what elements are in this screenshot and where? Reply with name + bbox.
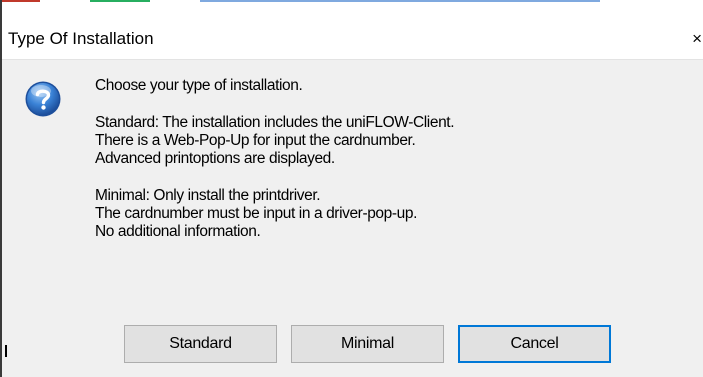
dialog-window: Type Of Installation × Choose your type … [0,0,703,377]
message-line: Choose your type of installation. [95,77,303,94]
message-spacer [95,95,454,114]
question-icon [25,81,61,117]
background-window-edge-segment [90,0,150,2]
dialog-body: Choose your type of installation. Standa… [2,60,703,377]
message-line: The cardnumber must be input in a driver… [95,205,417,223]
standard-button[interactable]: Standard [124,325,277,363]
message-spacer [95,168,454,187]
background-window-fragment [5,345,7,357]
cancel-button[interactable]: Cancel [458,325,611,363]
dialog-title: Type Of Installation [8,29,154,48]
message-line: Advanced printoptions are displayed. [95,150,335,168]
background-window-edge-segment [200,0,600,2]
message-line: Standard: The installation includes the … [95,113,455,131]
background-window-edge-segment [0,0,40,2]
minimal-button[interactable]: Minimal [291,325,444,363]
message-line: There is a Web-Pop-Up for input the card… [95,131,416,149]
close-icon[interactable]: × [692,29,702,49]
message-line: Minimal: Only install the printdriver. [95,186,321,204]
dialog-message: Choose your type of installation. Standa… [95,77,455,242]
title-bar[interactable]: Type Of Installation × [2,3,703,60]
message-line: No additional information. [95,223,261,241]
